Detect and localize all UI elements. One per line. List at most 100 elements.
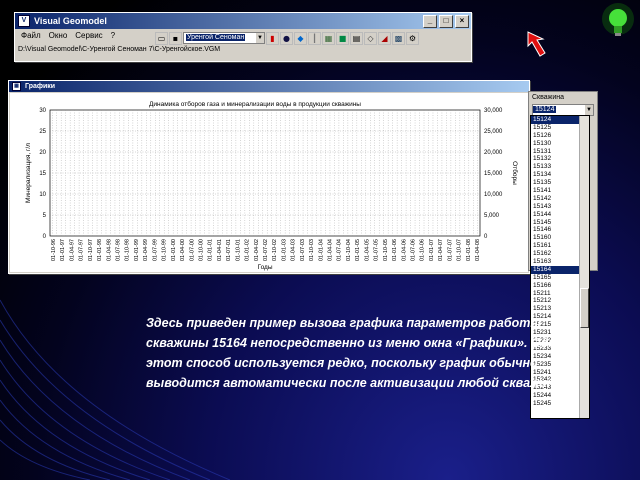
well-option[interactable]: 15164 [531, 265, 579, 274]
well-option[interactable]: 15162 [531, 250, 579, 258]
x-tick-label: 01-07-06 [410, 239, 416, 261]
x-tick-label: 01-01-04 [318, 239, 324, 261]
field-combo-value: Уренгой Сеноман [186, 34, 246, 41]
x-tick-label: 01-10-04 [346, 239, 352, 261]
well-option[interactable]: 15141 [531, 187, 579, 195]
x-axis-label: Годы [257, 264, 272, 271]
well-option[interactable]: 15245 [531, 400, 579, 408]
grid-icon[interactable]: ▦ [322, 31, 335, 45]
y2-axis-label: Отборы [511, 161, 519, 185]
y2-tick-label: 10,000 [484, 192, 503, 198]
x-tick-label: 01-07-07 [447, 239, 453, 261]
well-option[interactable]: 15160 [531, 234, 579, 242]
combo-dropdown-icon[interactable]: ▼ [256, 33, 264, 43]
well-icon[interactable]: ┃ [308, 31, 321, 45]
y2-tick-label: 30,000 [484, 108, 503, 114]
x-tick-label: 01-01-06 [392, 239, 398, 261]
well-option[interactable]: 15130 [531, 140, 579, 148]
app-icon: V [18, 15, 30, 27]
x-tick-label: 01-01-97 [60, 239, 66, 261]
chart-icon[interactable]: ▮ [266, 31, 279, 45]
y-axis-label: Минерализация, г/л [25, 143, 32, 203]
graph-window: ▦ Графики Динамика отборов газа и минера… [8, 80, 530, 274]
well-option[interactable]: 15142 [531, 195, 579, 203]
well-option[interactable]: 15125 [531, 124, 579, 132]
x-tick-label: 01-01-05 [355, 239, 361, 261]
well-option[interactable]: 15211 [531, 290, 579, 298]
x-tick-label: 01-07-98 [116, 239, 122, 261]
menu-file[interactable]: Файл [21, 31, 41, 40]
main-titlebar: V Visual Geomodel _ □ × [15, 13, 471, 29]
tools-icon[interactable]: ⚙ [406, 31, 419, 45]
well-panel-label: Скважина [532, 94, 565, 101]
lightbulb-icon [602, 3, 634, 36]
x-tick-label: 01-04-04 [328, 239, 334, 261]
minimize-icon[interactable]: _ [423, 14, 437, 28]
well-option[interactable]: 15133 [531, 163, 579, 171]
x-tick-label: 01-01-02 [245, 239, 251, 261]
well-option[interactable]: 15135 [531, 179, 579, 187]
well-combo-arrow-icon[interactable]: ▼ [585, 105, 593, 115]
x-tick-label: 01-01-07 [429, 239, 435, 261]
well-option[interactable]: 15131 [531, 148, 579, 156]
field-combo[interactable]: Уренгой Сеноман ▼ [183, 32, 265, 44]
maximize-icon[interactable]: □ [439, 14, 453, 28]
red-arrow-icon [527, 31, 546, 57]
x-tick-label: 01-10-02 [272, 239, 278, 261]
menu-service[interactable]: Сервис [75, 31, 102, 40]
open-icon[interactable]: ▭ [155, 31, 168, 45]
mesh-icon[interactable]: ▩ [392, 31, 405, 45]
well-option[interactable]: 15146 [531, 226, 579, 234]
x-tick-label: 01-07-04 [337, 239, 343, 261]
x-tick-label: 01-07-00 [189, 239, 195, 261]
shape-icon[interactable]: ◇ [364, 31, 377, 45]
globe-icon[interactable]: ● [280, 31, 293, 45]
x-tick-label: 01-04-97 [69, 239, 75, 261]
x-tick-label: 01-01-99 [134, 239, 140, 261]
x-tick-label: 01-10-06 [420, 239, 426, 261]
well-option[interactable]: 15244 [531, 392, 579, 400]
x-tick-label: 01-04-05 [364, 239, 370, 261]
x-tick-label: 01-07-97 [79, 239, 85, 261]
x-tick-label: 01-04-02 [254, 239, 260, 261]
well-option[interactable]: 15165 [531, 274, 579, 282]
menu-help[interactable]: ? [111, 31, 115, 40]
menu-window[interactable]: Окно [49, 31, 68, 40]
map-icon[interactable]: ■ [336, 31, 349, 45]
x-tick-label: 01-04-08 [475, 239, 481, 261]
well-option[interactable]: 15143 [531, 203, 579, 211]
x-tick-label: 01-10-99 [162, 239, 168, 261]
x-tick-label: 01-01-00 [171, 239, 177, 261]
table-icon[interactable]: ▤ [350, 31, 363, 45]
well-option[interactable]: 15166 [531, 282, 579, 290]
y-tick-label: 15 [39, 171, 46, 177]
x-tick-label: 01-04-03 [291, 239, 297, 261]
x-tick-label: 01-07-03 [300, 239, 306, 261]
y2-tick-label: 5,000 [484, 213, 500, 219]
x-tick-label: 01-04-99 [143, 239, 149, 261]
slide-caption: Здесь приведен пример вызова графика пар… [146, 316, 577, 390]
graph-window-icon: ▦ [12, 82, 21, 91]
well-option[interactable]: 15161 [531, 242, 579, 250]
well-option[interactable]: 15126 [531, 132, 579, 140]
chart: Динамика отборов газа и минерализации во… [10, 93, 528, 272]
well-option[interactable]: 15124 [531, 116, 579, 124]
well-option[interactable]: 15163 [531, 258, 579, 266]
plot-icon[interactable]: ◢ [378, 31, 391, 45]
y2-tick-label: 20,000 [484, 150, 503, 156]
x-tick-label: 01-01-08 [466, 239, 472, 261]
well-option[interactable]: 15144 [531, 211, 579, 219]
y2-tick-label: 25,000 [484, 129, 503, 135]
well-option[interactable]: 15145 [531, 219, 579, 227]
well-option[interactable]: 15132 [531, 155, 579, 163]
project-path: D:\Visual Geomodel\С-Уренгой Сеноман 7\С… [18, 46, 221, 53]
x-tick-label: 01-04-00 [180, 239, 186, 261]
save-icon[interactable]: ▪ [169, 31, 182, 45]
x-tick-label: 01-10-03 [309, 239, 315, 261]
well-option[interactable]: 15212 [531, 297, 579, 305]
well-option[interactable]: 15134 [531, 171, 579, 179]
main-app-window: V Visual Geomodel _ □ × Файл Окно Сервис… [14, 12, 472, 62]
layers-icon[interactable]: ◆ [294, 31, 307, 45]
close-icon[interactable]: × [455, 14, 469, 28]
x-tick-label: 01-07-05 [374, 239, 380, 261]
